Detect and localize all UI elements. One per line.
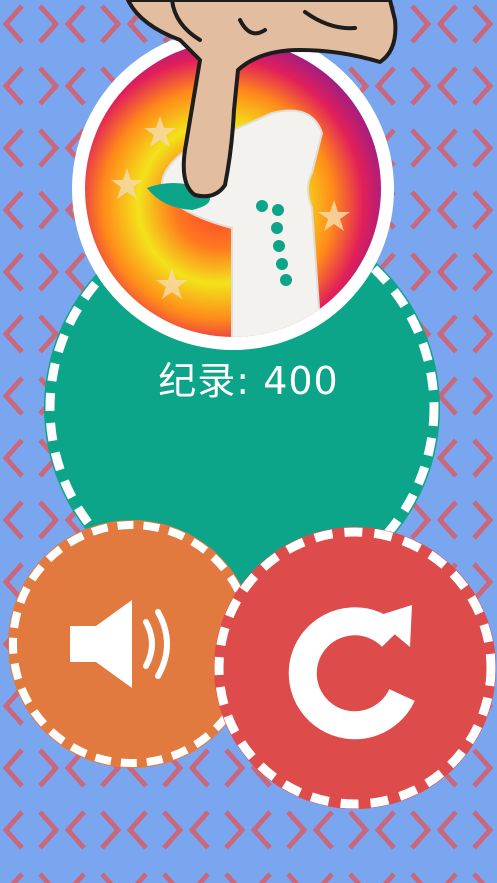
best-score-label: 纪录: — [158, 359, 251, 403]
game-logo — [72, 28, 394, 350]
finger-tap-logo-icon — [73, 29, 393, 349]
best-score-value: 400 — [263, 359, 339, 403]
restart-arrow-icon — [288, 605, 415, 740]
best-score-text: 纪录: 400 — [0, 350, 497, 405]
restart-button[interactable] — [214, 527, 496, 809]
